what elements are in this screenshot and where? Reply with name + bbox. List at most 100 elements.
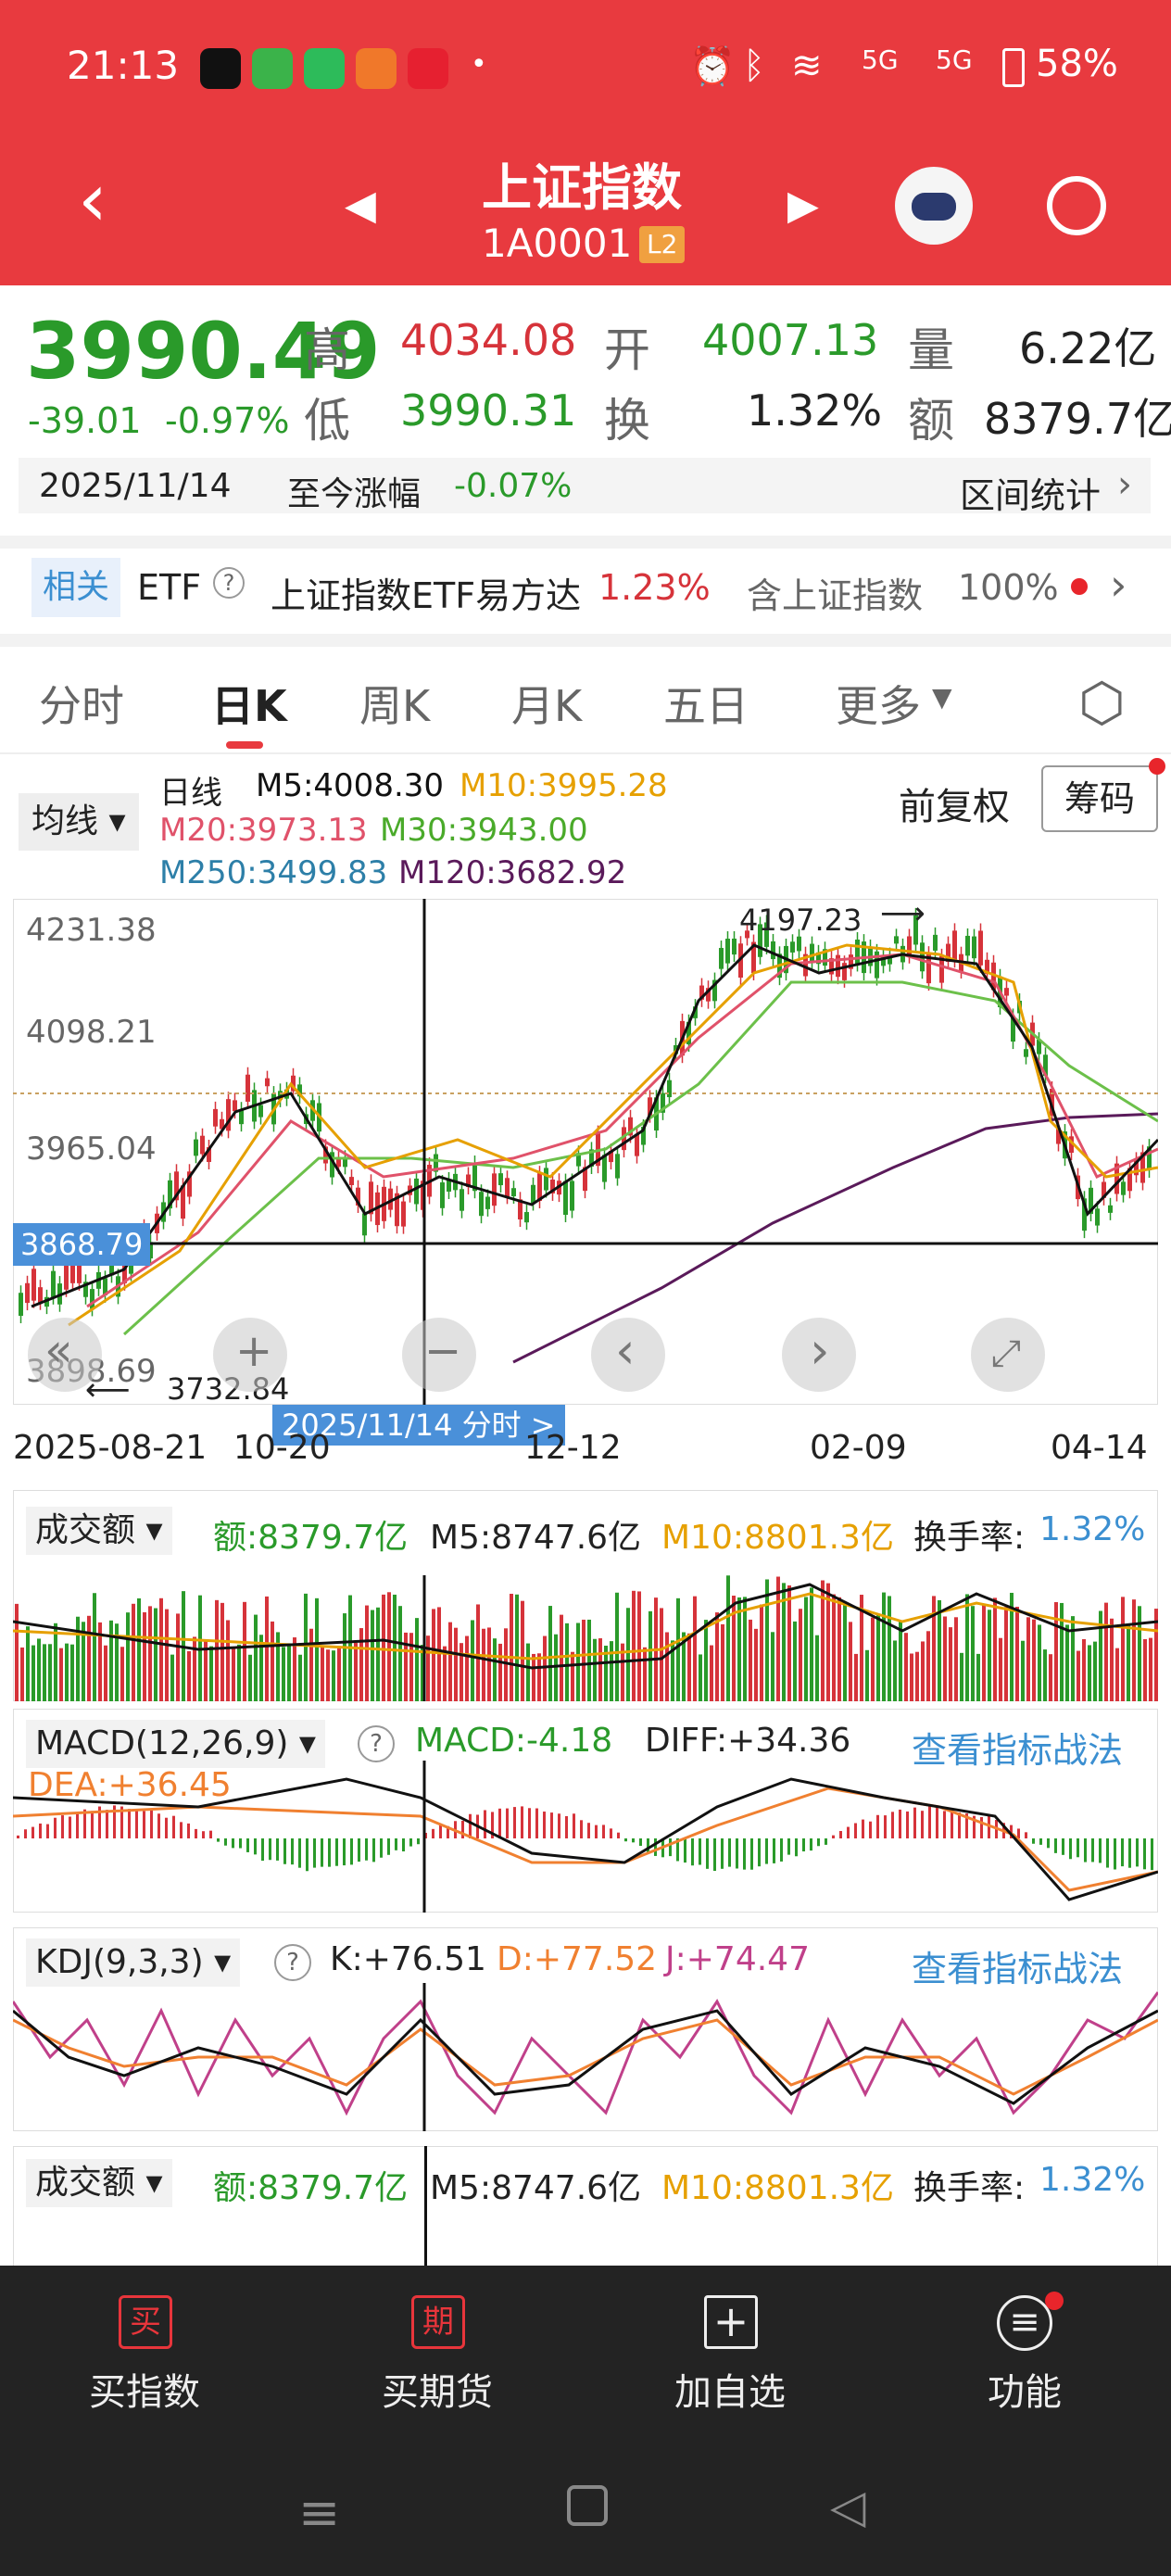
app-icon: [252, 48, 293, 89]
macd-bar: [802, 1838, 805, 1852]
functions-button[interactable]: ≡ 功能: [878, 2266, 1171, 2432]
macd-bar: [602, 1825, 605, 1838]
recents-nav-icon[interactable]: ≡: [298, 2483, 340, 2542]
volume-bar: [515, 1594, 519, 1701]
ma120-value: M120:3682.92: [398, 854, 627, 891]
ma10-value: M10:3995.28: [460, 767, 668, 804]
fullscreen-button[interactable]: ⤢: [971, 1318, 1045, 1392]
macd-bar: [358, 1838, 360, 1863]
volume-bar: [143, 1611, 146, 1701]
search-icon[interactable]: [1047, 176, 1106, 235]
macd-strategy-link[interactable]: 查看指标战法: [912, 1722, 1123, 1773]
home-nav-icon[interactable]: [567, 2485, 608, 2526]
volume-bar: [93, 1593, 96, 1701]
adjust-selector[interactable]: 前复权: [899, 777, 1010, 830]
chips-button[interactable]: 筹码: [1041, 765, 1158, 832]
back-icon[interactable]: ‹: [78, 163, 107, 237]
low-label: 低: [304, 394, 350, 448]
j-value: J:+74.47: [665, 1940, 810, 1978]
buy-futures-button[interactable]: 期 买期货: [293, 2266, 586, 2432]
volume-bar: [1054, 1602, 1058, 1701]
volume-bar: [326, 1649, 330, 1701]
volume-bar: [265, 1596, 269, 1701]
volume-bar: [587, 1619, 591, 1701]
vol-turn-label-2: 换手率:: [913, 2169, 1026, 2207]
macd-bar: [246, 1838, 249, 1852]
volume-bar: [965, 1594, 969, 1701]
zoom-out-button[interactable]: −: [402, 1318, 476, 1392]
amount-value: 8379.7亿: [984, 394, 1171, 444]
crosshair-v: [424, 2146, 427, 2267]
stock-code: 1A0001: [482, 221, 633, 266]
macd-bar: [862, 1819, 864, 1838]
macd-bar: [899, 1809, 901, 1838]
macd-selector[interactable]: MACD(12,26,9) ▾: [26, 1720, 325, 1768]
volume-bar: [1138, 1606, 1141, 1701]
holding-label: 含上证指数: [747, 575, 924, 616]
volume-bar: [1038, 1624, 1041, 1701]
fullscreen-icon: ⤢: [991, 1332, 1021, 1375]
zoom-in-button[interactable]: +: [213, 1318, 287, 1392]
chevron-right-icon[interactable]: ›: [1110, 560, 1127, 610]
tab-five-day[interactable]: 五日: [663, 673, 749, 734]
macd-bar: [980, 1816, 983, 1838]
range-stats-link[interactable]: 区间统计: [960, 467, 1101, 518]
settings-icon[interactable]: ⬡: [1078, 671, 1126, 734]
help-icon[interactable]: ?: [213, 567, 245, 599]
macd-bar: [157, 1813, 160, 1838]
volume-bar: [787, 1585, 791, 1701]
price-change: -39.01: [28, 400, 142, 441]
robot-icon[interactable]: [895, 167, 973, 245]
macd-bar: [1136, 1838, 1139, 1867]
macd-bar: [565, 1815, 568, 1838]
macd-bar: [298, 1838, 301, 1868]
tab-daily-k[interactable]: 日K: [211, 673, 287, 734]
macd-bar: [1121, 1838, 1124, 1867]
add-watchlist-button[interactable]: + 加自选: [586, 2266, 878, 2432]
music-icon: [304, 48, 345, 89]
zoom-first-button[interactable]: «: [28, 1318, 102, 1392]
vol-turn-value-2: 1.32%: [1039, 2161, 1146, 2199]
turnover-value: 1.32%: [747, 385, 883, 436]
back-nav-icon[interactable]: ◁: [830, 2480, 865, 2533]
macd-bar: [313, 1838, 316, 1868]
etf-name[interactable]: 上证指数ETF易方达: [271, 567, 581, 618]
macd-bar: [1032, 1838, 1035, 1844]
volume-bar: [565, 1623, 569, 1701]
vol-turn-label: 换手率:: [913, 1519, 1026, 1557]
help-icon[interactable]: ?: [358, 1725, 395, 1762]
macd-bar: [817, 1838, 820, 1847]
help-icon[interactable]: ?: [274, 1944, 311, 1981]
kdj-strategy-link[interactable]: 查看指标战法: [912, 1940, 1123, 1991]
macd-bar: [69, 1816, 71, 1838]
macd-bar: [839, 1830, 842, 1838]
volume-bar: [70, 1644, 74, 1701]
buy-index-button[interactable]: 买 买指数: [0, 2266, 293, 2432]
volume-bar: [526, 1643, 530, 1701]
max-arrow-icon: ⟶: [880, 895, 925, 932]
macd-bar: [550, 1812, 553, 1838]
vol-turn-value: 1.32%: [1039, 1510, 1146, 1548]
pan-left-button[interactable]: ‹: [591, 1318, 665, 1392]
macd-bar: [506, 1808, 509, 1838]
prev-stock-icon[interactable]: ◀: [345, 182, 376, 229]
tab-timeshare[interactable]: 分时: [39, 673, 124, 734]
volume-bar: [159, 1597, 163, 1701]
tab-weekly-k[interactable]: 周K: [359, 673, 430, 734]
ma-selector[interactable]: 均线 ▾: [19, 793, 139, 851]
tab-more[interactable]: 更多: [836, 673, 921, 734]
next-stock-icon[interactable]: ▶: [787, 182, 819, 229]
volume-bar: [337, 1647, 341, 1701]
volume-bar: [298, 1654, 302, 1701]
volume-indicator-selector[interactable]: 成交额 ▾: [26, 1507, 172, 1555]
pan-right-button[interactable]: ›: [782, 1318, 856, 1392]
volume-bar: [165, 1609, 169, 1701]
tab-monthly-k[interactable]: 月K: [511, 673, 582, 734]
macd-bar: [580, 1820, 583, 1838]
x-label-2: 10-20: [233, 1429, 331, 1467]
high-label: 高: [304, 323, 350, 377]
macd-bar: [617, 1832, 620, 1838]
macd-bar: [765, 1838, 768, 1864]
kdj-selector[interactable]: KDJ(9,3,3) ▾: [26, 1938, 241, 1987]
volume-indicator-selector-2[interactable]: 成交额 ▾: [26, 2159, 172, 2207]
